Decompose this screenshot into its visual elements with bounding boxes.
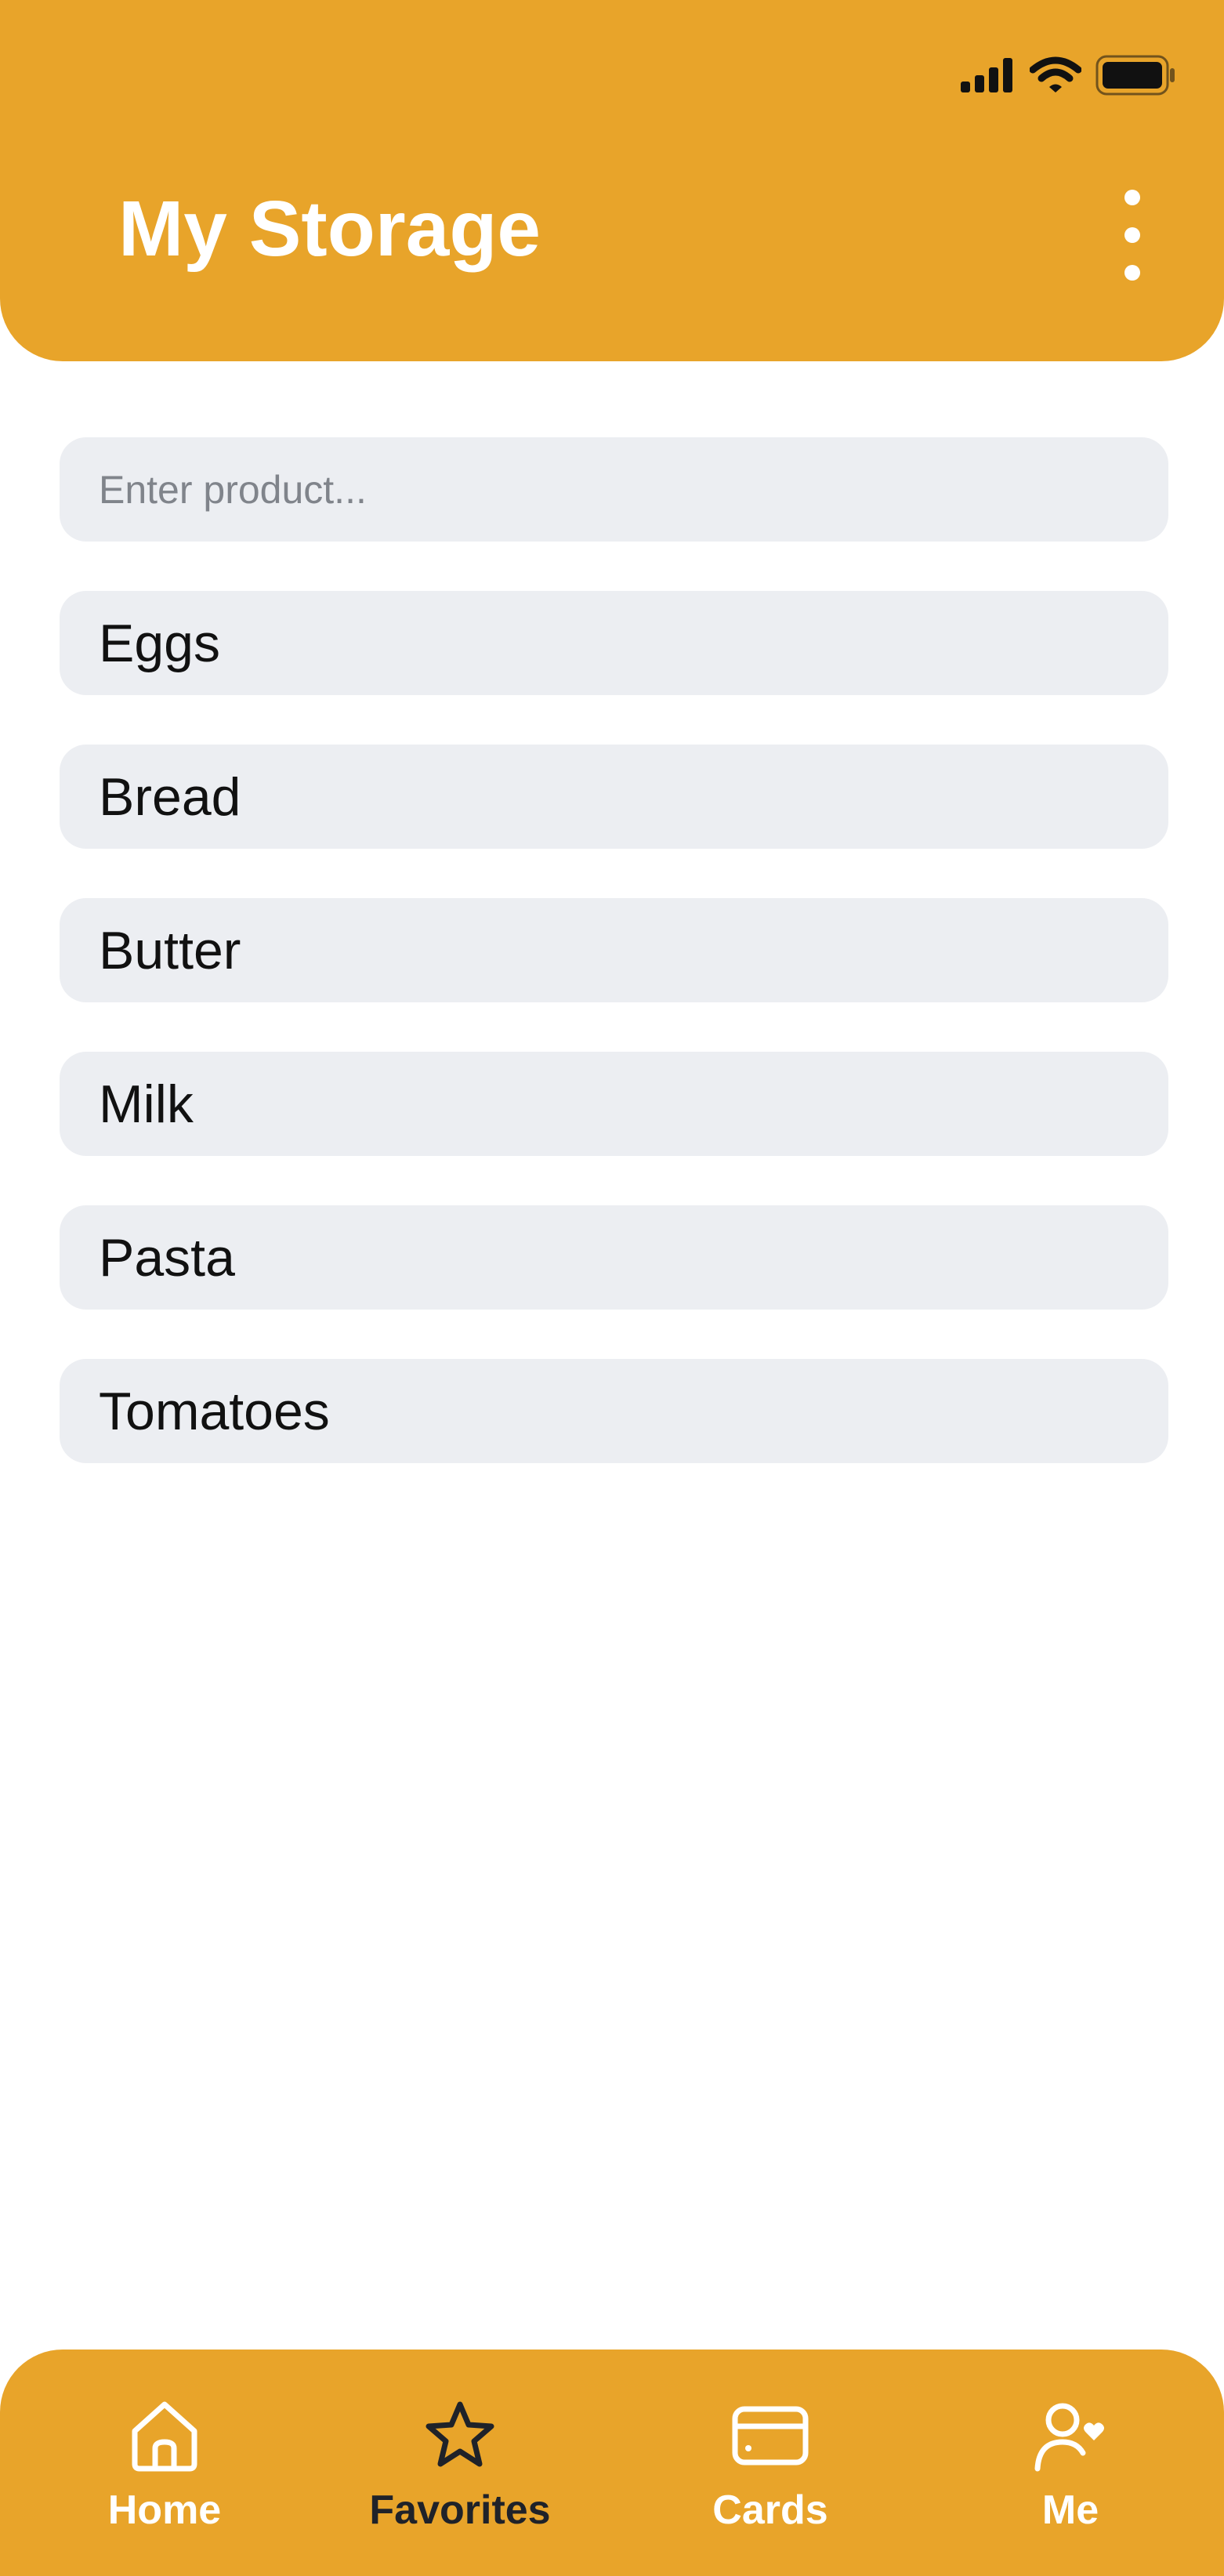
- tab-cards[interactable]: Cards: [653, 2397, 888, 2534]
- product-item[interactable]: Tomatoes: [60, 1359, 1168, 1463]
- product-item[interactable]: Eggs: [60, 591, 1168, 695]
- tab-label: Cards: [712, 2487, 828, 2533]
- page-title: My Storage: [118, 185, 541, 273]
- main-content: Eggs Bread Butter Milk Pasta Tomatoes: [60, 437, 1168, 1513]
- tab-label: Home: [107, 2487, 222, 2533]
- tab-label: Me: [1041, 2487, 1099, 2533]
- product-search-input[interactable]: [60, 437, 1168, 542]
- tab-home[interactable]: Home: [47, 2397, 282, 2534]
- home-icon: [127, 2397, 202, 2475]
- tab-me[interactable]: Me: [953, 2397, 1188, 2534]
- tab-favorites[interactable]: Favorites: [342, 2397, 578, 2534]
- card-icon: [731, 2397, 809, 2475]
- star-icon: [422, 2397, 498, 2475]
- cellular-signal-icon: [959, 56, 1016, 94]
- more-vertical-icon[interactable]: [1101, 180, 1164, 290]
- tab-label: Favorites: [369, 2487, 551, 2533]
- status-bar: [959, 53, 1177, 97]
- product-item[interactable]: Bread: [60, 745, 1168, 849]
- product-item[interactable]: Butter: [60, 898, 1168, 1002]
- product-item[interactable]: Pasta: [60, 1205, 1168, 1310]
- app-header: My Storage: [0, 0, 1224, 361]
- product-item[interactable]: Milk: [60, 1052, 1168, 1156]
- wifi-icon: [1030, 56, 1081, 95]
- battery-icon: [1095, 55, 1177, 96]
- bottom-tab-bar: Home Favorites Cards Me: [0, 2350, 1224, 2576]
- product-list: Eggs Bread Butter Milk Pasta Tomatoes: [60, 591, 1168, 1463]
- user-heart-icon: [1031, 2397, 1110, 2475]
